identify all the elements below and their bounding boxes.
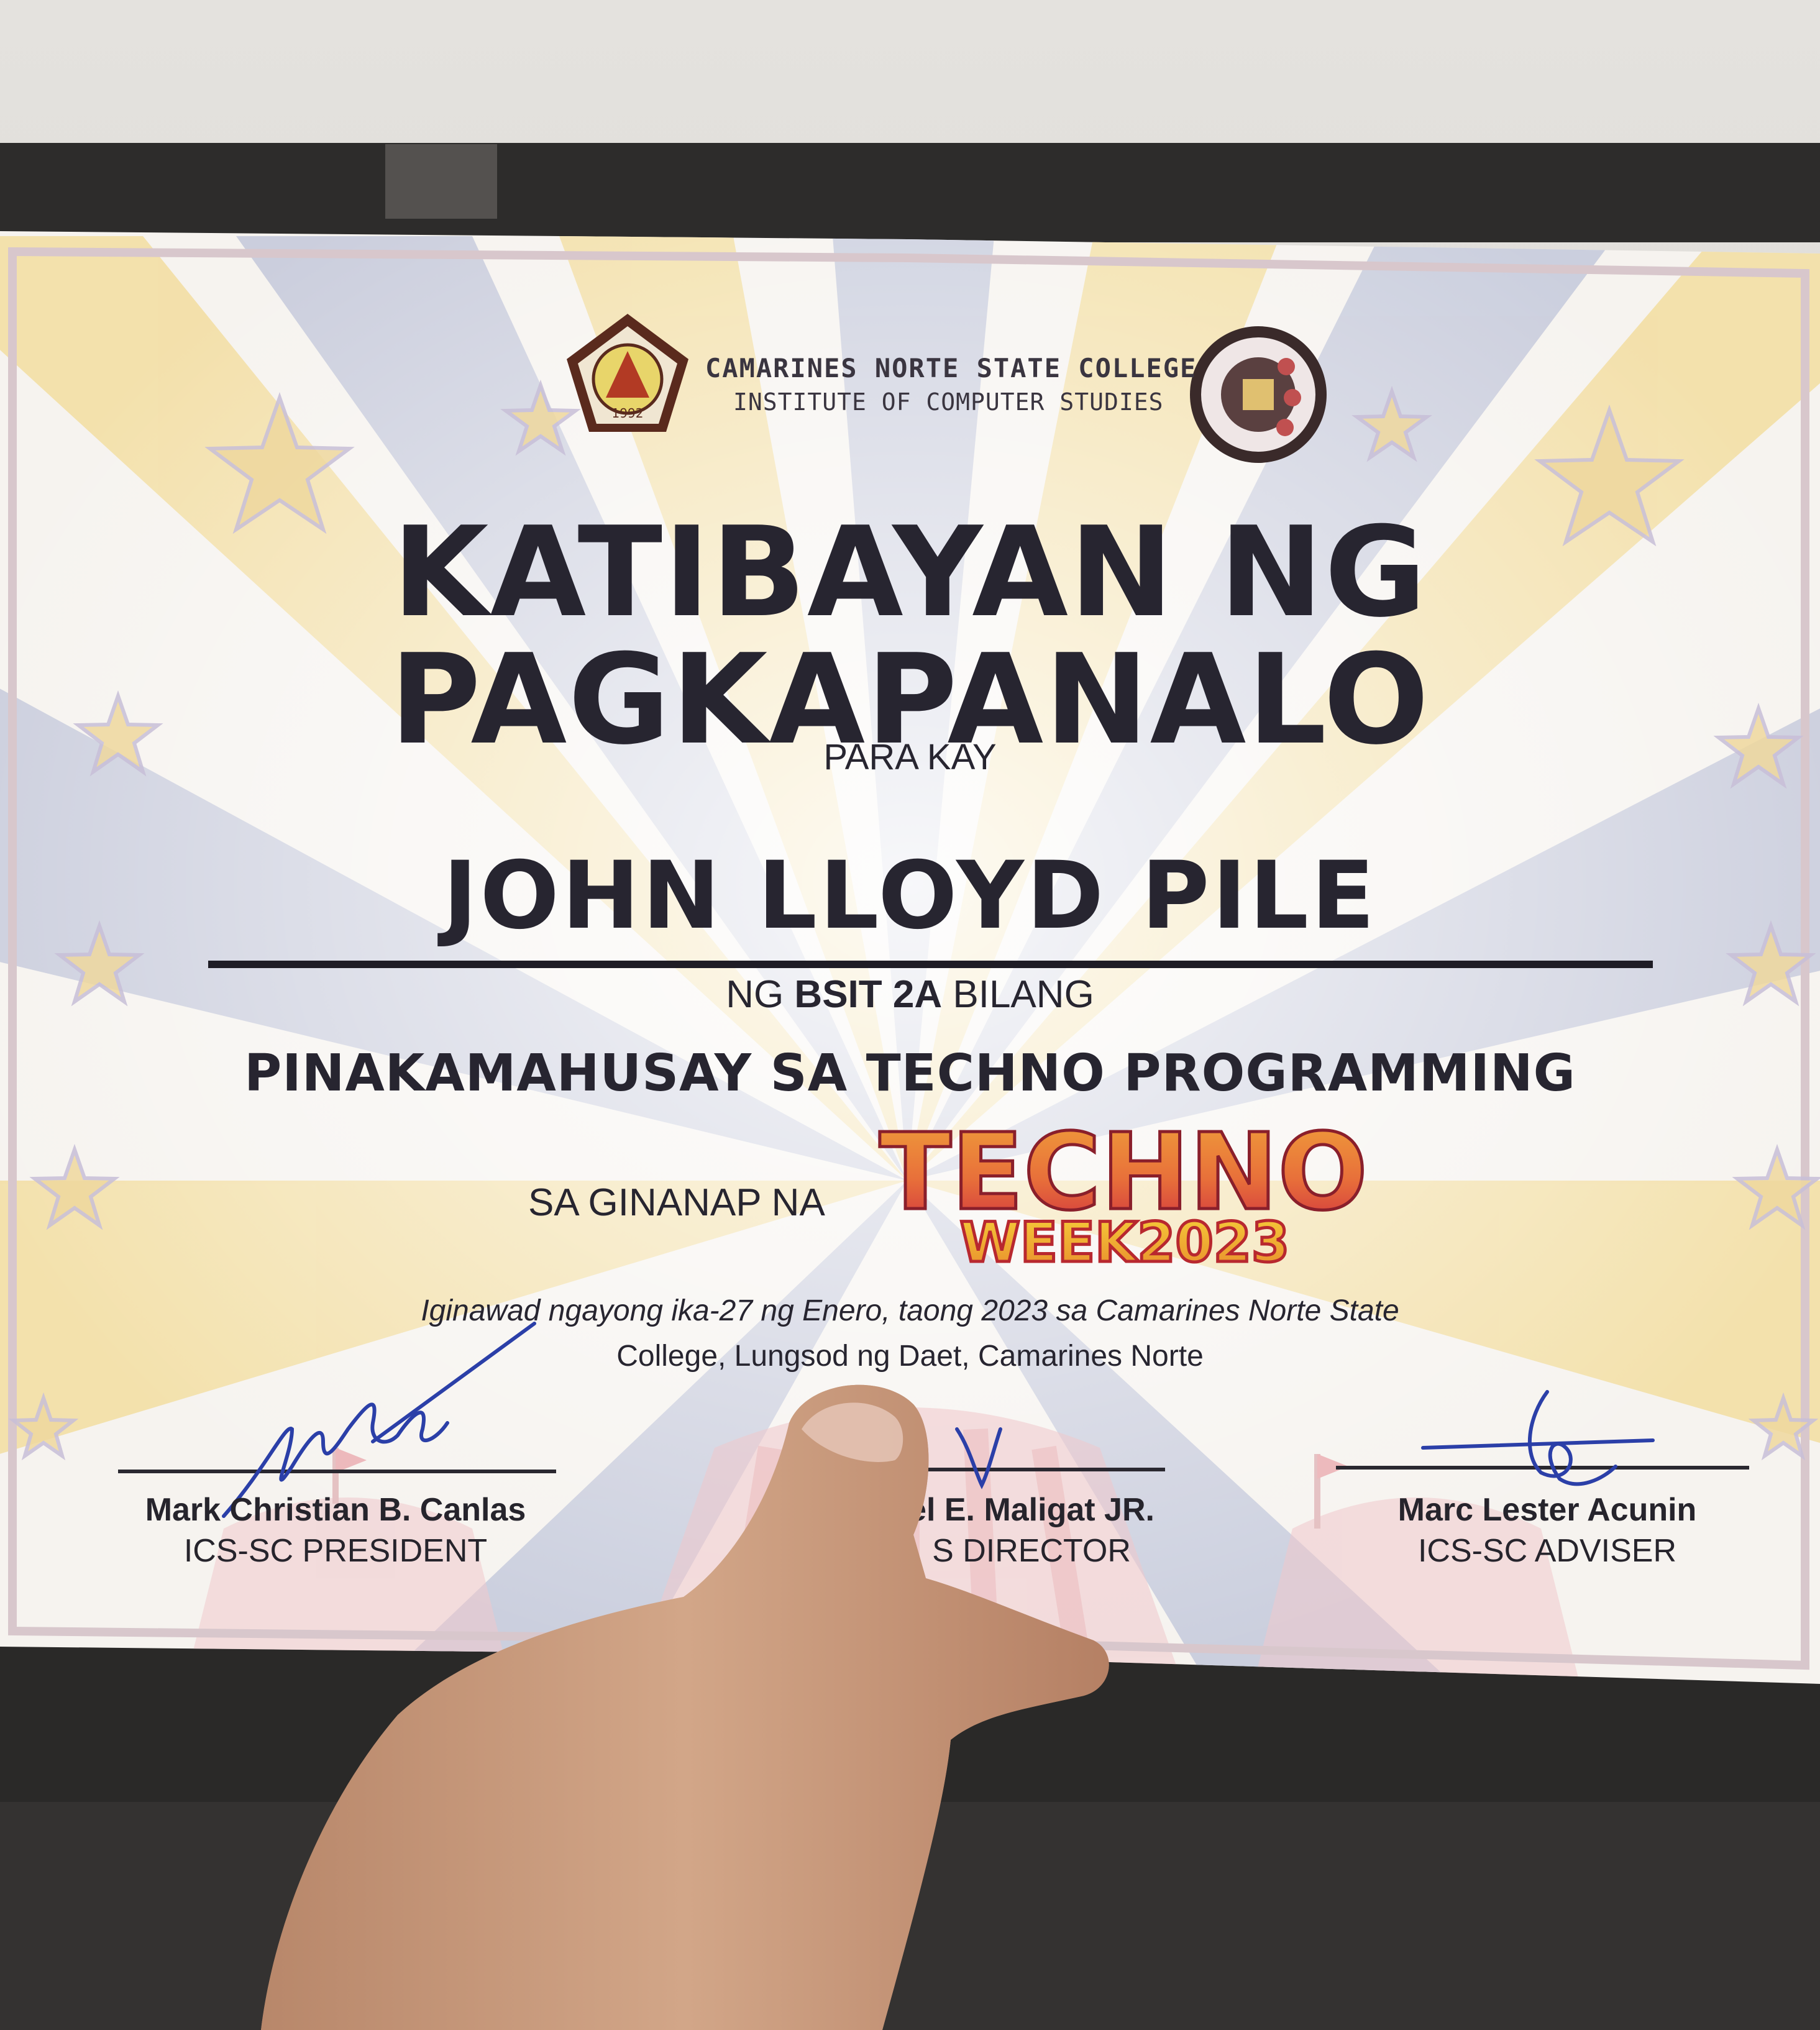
svg-text:1992: 1992 — [612, 406, 644, 421]
given-date-line2: College, Lungsod ng Daet, Camarines Nort… — [616, 1340, 1204, 1373]
signatory-adviser: Marc Lester Acunin ICS-SC ADVISER — [1348, 1491, 1746, 1570]
ics-seal-icon — [1190, 326, 1327, 463]
ng-label: NG — [726, 973, 784, 1016]
para-kay-label: PARA KAY — [823, 737, 997, 777]
section-label: BSIT 2A — [794, 973, 943, 1016]
ginanap-label: SA GINANAP NA — [528, 1181, 825, 1224]
signatory-name: Mark Christian B. Canlas — [145, 1492, 526, 1528]
given-date-line1: Iginawad ngayong ika-27 ng Enero, taong … — [421, 1294, 1399, 1327]
section-line: NG BSIT 2A BILANG — [0, 972, 1820, 1017]
signatory-role: S DIRECTOR — [932, 1533, 1131, 1569]
institute-name: INSTITUTE OF COMPUTER STUDIES — [733, 388, 1164, 416]
bilang-label: BILANG — [953, 973, 1094, 1016]
recipient-name: JOHN LLOYD PILE — [442, 842, 1378, 950]
signatory-role: ICS-SC PRESIDENT — [183, 1533, 488, 1569]
signatory-name: Marc Lester Acunin — [1397, 1492, 1697, 1528]
college-name: CAMARINES NORTE STATE COLLEGE — [705, 353, 1197, 383]
svg-text:WEEK2023: WEEK2023 — [960, 1210, 1289, 1274]
signatory-role: ICS-SC ADVISER — [1417, 1533, 1677, 1569]
award-title: PINAKAMAHUSAY SA TECHNO PROGRAMMING — [244, 1044, 1576, 1103]
signatory-director: el E. Maligat JR. S DIRECTOR — [870, 1491, 1193, 1570]
signatory-name: el E. Maligat JR. — [908, 1492, 1155, 1528]
certificate-title-line1: KATIBAYAN NG — [392, 500, 1428, 645]
signatory-president: Mark Christian B. Canlas ICS-SC PRESIDEN… — [112, 1491, 559, 1570]
dark-shelf-top — [0, 143, 1820, 242]
